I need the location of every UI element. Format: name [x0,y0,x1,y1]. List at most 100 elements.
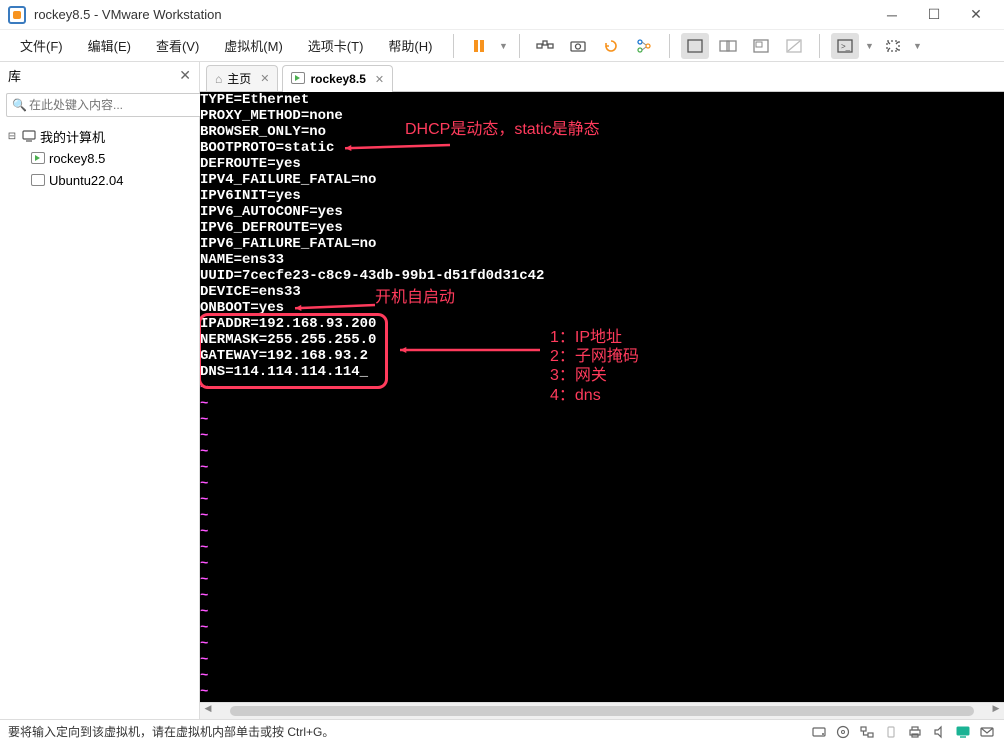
terminal-line: DEVICE=ens33 [200,284,1004,300]
tab-close-icon[interactable]: ✕ [260,72,269,85]
terminal-line: NAME=ens33 [200,252,1004,268]
message-icon[interactable] [978,723,996,741]
terminal-line: IPV6_DEFROUTE=yes [200,220,1004,236]
annotation-text: 2：子网掩码 [550,349,639,365]
network-icon[interactable] [858,723,876,741]
menu-file[interactable]: 文件(F) [10,32,73,59]
vim-empty-line: ~ [200,492,1004,508]
fullscreen-dropdown[interactable]: ▼ [912,41,922,51]
scrollbar-thumb[interactable] [230,706,974,716]
usb-icon[interactable] [882,723,900,741]
tab-home[interactable]: ⌂ 主页 ✕ [206,65,278,91]
terminal-line: PROXY_METHOD=none [200,108,1004,124]
unity-button[interactable] [747,33,775,59]
snapshot-manager-button[interactable] [630,33,658,59]
scroll-right-icon[interactable]: ▶ [988,703,1004,719]
fullscreen-button[interactable] [879,33,907,59]
disabled-view-button[interactable] [780,33,808,59]
separator [453,34,454,58]
scroll-left-icon[interactable]: ◀ [200,703,216,719]
annotation-text: DHCP是动态，static是静态 [405,122,600,138]
vim-empty-line: ~ [200,652,1004,668]
sound-icon[interactable] [930,723,948,741]
vim-empty-line: ~ [200,476,1004,492]
separator [519,34,520,58]
collapse-icon[interactable]: ⊟ [6,131,18,142]
vim-empty-line: ~ [200,428,1004,444]
terminal-line: IPV6INIT=yes [200,188,1004,204]
vm-running-icon [291,72,305,87]
library-search-input[interactable] [6,93,205,117]
maximize-button[interactable]: ☐ [914,1,954,29]
search-icon: 🔍 [12,98,27,112]
separator [669,34,670,58]
terminal-line: BOOTPROTO=static [200,140,1004,156]
power-dropdown[interactable]: ▼ [498,41,508,51]
vim-empty-line: ~ [200,684,1004,700]
sidebar-close-icon[interactable]: ✕ [179,67,191,84]
multi-monitor-button[interactable] [714,33,742,59]
home-icon: ⌂ [215,72,222,86]
display-icon[interactable] [954,723,972,741]
single-window-button[interactable] [681,33,709,59]
sidebar-header: 库 ✕ [0,62,199,89]
revert-snapshot-button[interactable] [597,33,625,59]
terminal-line: IPV6_FAILURE_FATAL=no [200,236,1004,252]
tree-item-ubuntu[interactable]: Ubuntu22.04 [0,169,199,191]
tab-close-icon[interactable]: ✕ [375,73,384,86]
status-bar: 要将输入定向到该虚拟机，请在虚拟机内部单击或按 Ctrl+G。 [0,719,1004,743]
tab-bar: ⌂ 主页 ✕ rockey8.5 ✕ [200,62,1004,92]
horizontal-scrollbar[interactable]: ◀ ▶ [200,702,1004,719]
tree-root-my-computer[interactable]: ⊟ 我的计算机 [0,125,199,147]
vim-empty-line: ~ [200,620,1004,636]
printer-icon[interactable] [906,723,924,741]
annotation-text: 1：IP地址 [550,330,622,346]
close-button[interactable]: ✕ [956,1,996,29]
pause-button[interactable] [465,33,493,59]
tab-vm-rockey[interactable]: rockey8.5 ✕ [282,65,393,92]
window-controls: ─ ☐ ✕ [872,1,996,29]
menu-tabs[interactable]: 选项卡(T) [298,32,374,59]
disk-icon[interactable] [810,723,828,741]
vim-empty-line: ~ [200,572,1004,588]
menu-help[interactable]: 帮助(H) [378,32,442,59]
highlight-box [200,313,388,389]
main-area: ⌂ 主页 ✕ rockey8.5 ✕ TYPE=EthernetPROXY_ME… [200,62,1004,719]
console-dropdown[interactable]: ▼ [864,41,874,51]
menu-vm[interactable]: 虚拟机(M) [214,32,293,59]
vim-empty-line: ~ [200,412,1004,428]
vim-empty-line: ~ [200,668,1004,684]
vm-icon [30,172,46,188]
terminal-line: BROWSER_ONLY=no [200,124,1004,140]
terminal-line: UUID=7cecfe23-c8c9-43db-99b1-d51fd0d31c4… [200,268,1004,284]
vim-empty-line: ~ [200,556,1004,572]
terminal-line: IPV6_AUTOCONF=yes [200,204,1004,220]
window-title: rockey8.5 - VMware Workstation [34,7,872,22]
menu-bar: 文件(F) 编辑(E) 查看(V) 虚拟机(M) 选项卡(T) 帮助(H) ▼ … [0,30,1004,62]
snapshot-button[interactable] [564,33,592,59]
vim-empty-line: ~ [200,396,1004,412]
vim-empty-line: ~ [200,636,1004,652]
menu-view[interactable]: 查看(V) [146,32,209,59]
tree-item-label: Ubuntu22.04 [49,173,123,188]
vim-empty-line: ~ [200,508,1004,524]
console-view-button[interactable]: >_ [831,33,859,59]
send-ctrl-alt-del-button[interactable] [531,33,559,59]
menu-edit[interactable]: 编辑(E) [78,32,141,59]
vim-empty-line: ~ [200,588,1004,604]
status-icons [810,723,996,741]
tree-item-rockey[interactable]: rockey8.5 [0,147,199,169]
terminal-output[interactable]: TYPE=EthernetPROXY_METHOD=noneBROWSER_ON… [200,92,1004,702]
cd-icon[interactable] [834,723,852,741]
minimize-button[interactable]: ─ [872,1,912,29]
annotation-text: 4：dns [550,388,601,404]
sidebar-title: 库 [8,66,179,85]
vm-console[interactable]: TYPE=EthernetPROXY_METHOD=noneBROWSER_ON… [200,92,1004,702]
title-bar: rockey8.5 - VMware Workstation ─ ☐ ✕ [0,0,1004,30]
tab-vm-label: rockey8.5 [310,72,365,86]
tree-root-label: 我的计算机 [40,127,105,146]
library-sidebar: 库 ✕ 🔍 ▼ ⊟ 我的计算机 rockey8.5 Ubuntu22.04 [0,62,200,719]
terminal-line: IPV4_FAILURE_FATAL=no [200,172,1004,188]
tab-home-label: 主页 [227,70,251,87]
status-message: 要将输入定向到该虚拟机，请在虚拟机内部单击或按 Ctrl+G。 [8,723,810,740]
